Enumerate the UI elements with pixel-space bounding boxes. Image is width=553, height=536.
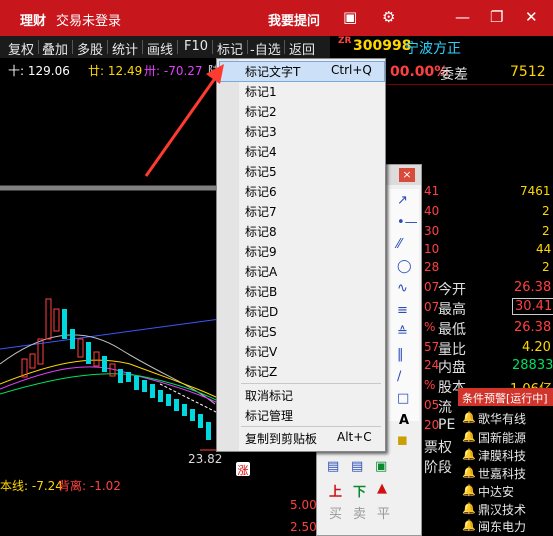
annotation-arrow [144, 64, 224, 177]
